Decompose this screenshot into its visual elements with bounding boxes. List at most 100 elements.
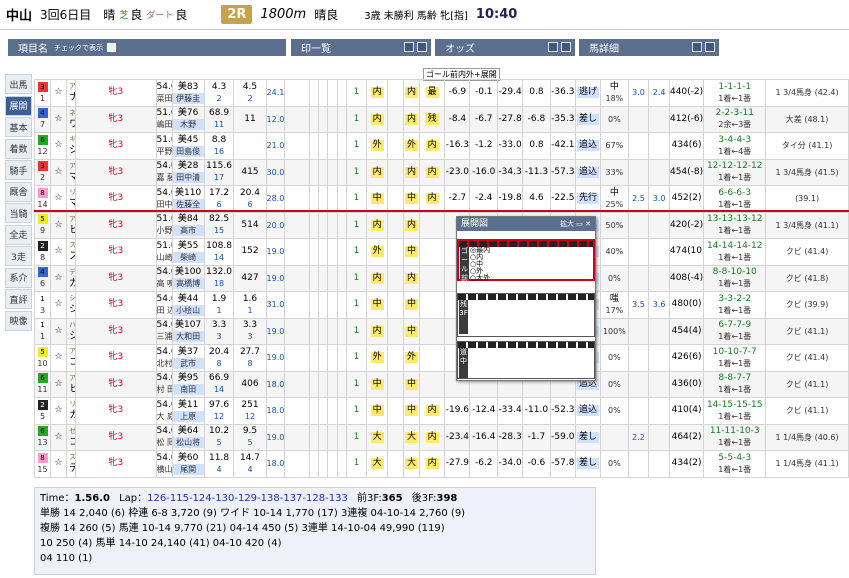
window-min-icon[interactable] bbox=[692, 42, 702, 52]
horse-name[interactable]: カトレアシチー bbox=[69, 410, 75, 421]
cell-c1: 1 bbox=[345, 344, 368, 372]
star-icon[interactable]: ☆ bbox=[55, 326, 63, 336]
table-row[interactable]: 59☆アメリカンボスヒダノエリー牝351.0▲小野寺美84高市82.515514… bbox=[33, 211, 849, 239]
horse-name[interactable]: ヒダノエリー bbox=[69, 225, 75, 236]
stable[interactable]: 柴崎 bbox=[173, 251, 204, 263]
horse-name[interactable]: ヒカリエンジェル bbox=[69, 384, 75, 395]
jockey[interactable]: 嶋田純 bbox=[157, 119, 171, 130]
table-row[interactable]: 32☆アグネスフライトマツコリ牝354.0嘉 藤美28田中清115.617415… bbox=[33, 158, 849, 186]
jockey[interactable]: 山崎誠 bbox=[157, 252, 171, 263]
window-min-icon[interactable] bbox=[404, 42, 414, 52]
jockey[interactable]: 菜田豊 bbox=[157, 93, 171, 104]
side-tab[interactable]: 展開 bbox=[5, 95, 32, 116]
popup-zoom[interactable]: 拡大 bbox=[560, 220, 574, 228]
side-tab[interactable]: 映像 bbox=[5, 310, 32, 331]
table-row[interactable]: 815☆スリリングサンデーデルマアブサラス牝354.0横山典美60尾関11.84… bbox=[33, 450, 849, 478]
side-tab[interactable]: 系介 bbox=[5, 267, 32, 288]
jockey[interactable]: 平野優 bbox=[157, 146, 171, 157]
jockey[interactable]: 三浦皇 bbox=[157, 331, 171, 342]
jockey[interactable]: 田中勝 bbox=[157, 199, 171, 210]
horse-name[interactable]: マツコリ bbox=[69, 172, 75, 183]
jockey[interactable]: 高 鳴 bbox=[157, 278, 171, 289]
horse-name[interactable]: ワンステップ bbox=[69, 119, 75, 130]
horse-name[interactable]: スターブルーウッド bbox=[69, 251, 75, 262]
window-max-icon[interactable] bbox=[705, 42, 715, 52]
stable[interactable]: 南田 bbox=[173, 384, 204, 396]
side-tab[interactable]: 着数 bbox=[5, 138, 32, 159]
stable[interactable]: 上原 bbox=[173, 410, 204, 422]
star-icon[interactable]: ☆ bbox=[55, 299, 63, 309]
star-icon[interactable]: ☆ bbox=[55, 432, 63, 442]
horse-name[interactable]: ショウナンラランパス bbox=[69, 145, 75, 156]
jockey[interactable]: 村 田 bbox=[157, 384, 171, 395]
window-max-icon[interactable] bbox=[561, 42, 571, 52]
table-row[interactable]: 611☆アフリートヒカリエンジェル牝354.0村 田美95南田66.914406… bbox=[33, 370, 849, 398]
horse-name[interactable]: ガンバルンバ bbox=[69, 278, 75, 289]
show-checkbox[interactable] bbox=[107, 43, 116, 52]
jockey[interactable]: 田 辺 bbox=[157, 305, 171, 316]
stable[interactable]: 田中清 bbox=[173, 172, 204, 184]
horse-name[interactable]: デルマアブサラス bbox=[69, 463, 75, 474]
star-icon[interactable]: ☆ bbox=[55, 167, 63, 177]
window-min-icon[interactable] bbox=[548, 42, 558, 52]
table-row[interactable]: 46☆ディンバーカントリーガンバルンバ牝354.0高 鳴美100高橋博132.0… bbox=[33, 264, 849, 292]
star-icon[interactable]: ☆ bbox=[55, 140, 63, 150]
table-row[interactable]: 31☆アグネスタキオンナンヨールージュ牝354.0菜田豊美83伊藤圭4.324.… bbox=[33, 79, 849, 107]
window-max-icon[interactable] bbox=[417, 42, 427, 52]
side-tab[interactable]: 基本 bbox=[5, 117, 32, 137]
star-icon[interactable]: ☆ bbox=[55, 458, 63, 468]
horse-name[interactable]: シースブレイ bbox=[69, 331, 75, 342]
side-tab[interactable]: 厩舎 bbox=[5, 181, 32, 202]
side-tab[interactable]: 直評 bbox=[5, 289, 32, 309]
development-popup[interactable]: 展開図 拡大 ▭ ✕ ◎最内 ○内 ○中 ○外 ○大外 ゴール前 残3F 道中 bbox=[456, 216, 596, 381]
horse-name[interactable]: ココアンジュ bbox=[69, 357, 75, 368]
stable[interactable]: 松山将 bbox=[173, 437, 204, 449]
stable[interactable]: 高橋博 bbox=[173, 278, 204, 290]
horse-name[interactable]: マンマルコ bbox=[69, 198, 75, 209]
star-icon[interactable]: ☆ bbox=[55, 193, 63, 203]
jockey[interactable]: 嘉 藤 bbox=[157, 172, 171, 183]
jockey[interactable]: 大 庭 bbox=[157, 411, 171, 422]
star-icon[interactable]: ☆ bbox=[55, 114, 63, 124]
star-icon[interactable]: ☆ bbox=[55, 352, 63, 362]
jockey[interactable]: 小野寺 bbox=[157, 225, 171, 236]
jockey[interactable]: 北村宏 bbox=[157, 358, 171, 369]
star-icon[interactable]: ☆ bbox=[55, 379, 63, 389]
cell-pos bbox=[419, 211, 446, 239]
side-tab[interactable]: 全走 bbox=[5, 224, 32, 245]
side-tab[interactable]: 当騎 bbox=[5, 203, 32, 223]
popup-titlebar[interactable]: 展開図 拡大 ▭ ✕ bbox=[457, 217, 595, 231]
jockey[interactable]: 横山典 bbox=[157, 464, 171, 475]
table-row[interactable]: 613☆ゼンノロブロイコスモシャオロン牝354.0松 岡美64松山将10.259… bbox=[33, 423, 849, 451]
table-row[interactable]: 612☆キングカメハメハショウナンラランパス牝351.0▲平野優美45田島俊8.… bbox=[33, 132, 849, 160]
horse-name[interactable]: コスモシャオロン bbox=[69, 437, 75, 448]
side-tab[interactable]: 騎手 bbox=[5, 160, 32, 180]
stable[interactable]: 田島俊 bbox=[173, 145, 204, 157]
star-icon[interactable]: ☆ bbox=[55, 87, 63, 97]
stable[interactable]: 伊藤圭 bbox=[173, 92, 204, 104]
table-row[interactable]: 25☆リンカーンカトレアシチー牝354.0大 庭美11上原97.61225112… bbox=[33, 397, 849, 425]
table-row[interactable]: 510☆アドマイヤジャパンココアンジュ牝354.0北村宏美37武市20.4827… bbox=[33, 344, 849, 372]
side-tab[interactable]: 出馬 bbox=[5, 74, 32, 94]
star-icon[interactable]: ☆ bbox=[55, 405, 63, 415]
stable[interactable]: 大和田 bbox=[173, 331, 204, 343]
race-number[interactable]: 2R bbox=[221, 5, 253, 24]
horse-name[interactable]: ジャマイカラー bbox=[69, 304, 75, 315]
table-row[interactable]: 47☆ネオユニヴァースワンステップ牝351.0▲嶋田純美76木野68.91111… bbox=[33, 105, 849, 133]
table-row[interactable]: 28☆スターリングローズスターブルーウッド牝351.0▲山崎誠美55柴崎108.… bbox=[33, 238, 849, 266]
stable[interactable]: 小桧山 bbox=[173, 304, 204, 316]
table-row[interactable]: 11☆ハーツクライシースブレイ牝354.0三浦皇美107大和田3.333.331… bbox=[33, 317, 849, 345]
horse-name[interactable]: ナンヨールージュ bbox=[69, 92, 75, 103]
stable[interactable]: 高市 bbox=[173, 225, 204, 237]
stable[interactable]: 尾関 bbox=[173, 463, 204, 475]
star-icon[interactable]: ☆ bbox=[55, 273, 63, 283]
side-tab[interactable]: 3走 bbox=[5, 246, 32, 266]
star-icon[interactable]: ☆ bbox=[55, 246, 63, 256]
table-row[interactable]: 13☆シンボリクリスエスジャマイカラー牝354.0田 辺美44小桧山1.911.… bbox=[33, 291, 849, 319]
jockey[interactable]: 松 岡 bbox=[157, 437, 171, 448]
table-row[interactable]: 814☆リンカーンマンマルコ牝354.0田中勝美110佐藤全17.2620.46… bbox=[33, 185, 849, 213]
stable[interactable]: 武市 bbox=[173, 357, 204, 369]
star-icon[interactable]: ☆ bbox=[55, 220, 63, 230]
stable[interactable]: 佐藤全 bbox=[173, 198, 204, 210]
stable[interactable]: 木野 bbox=[173, 119, 204, 131]
